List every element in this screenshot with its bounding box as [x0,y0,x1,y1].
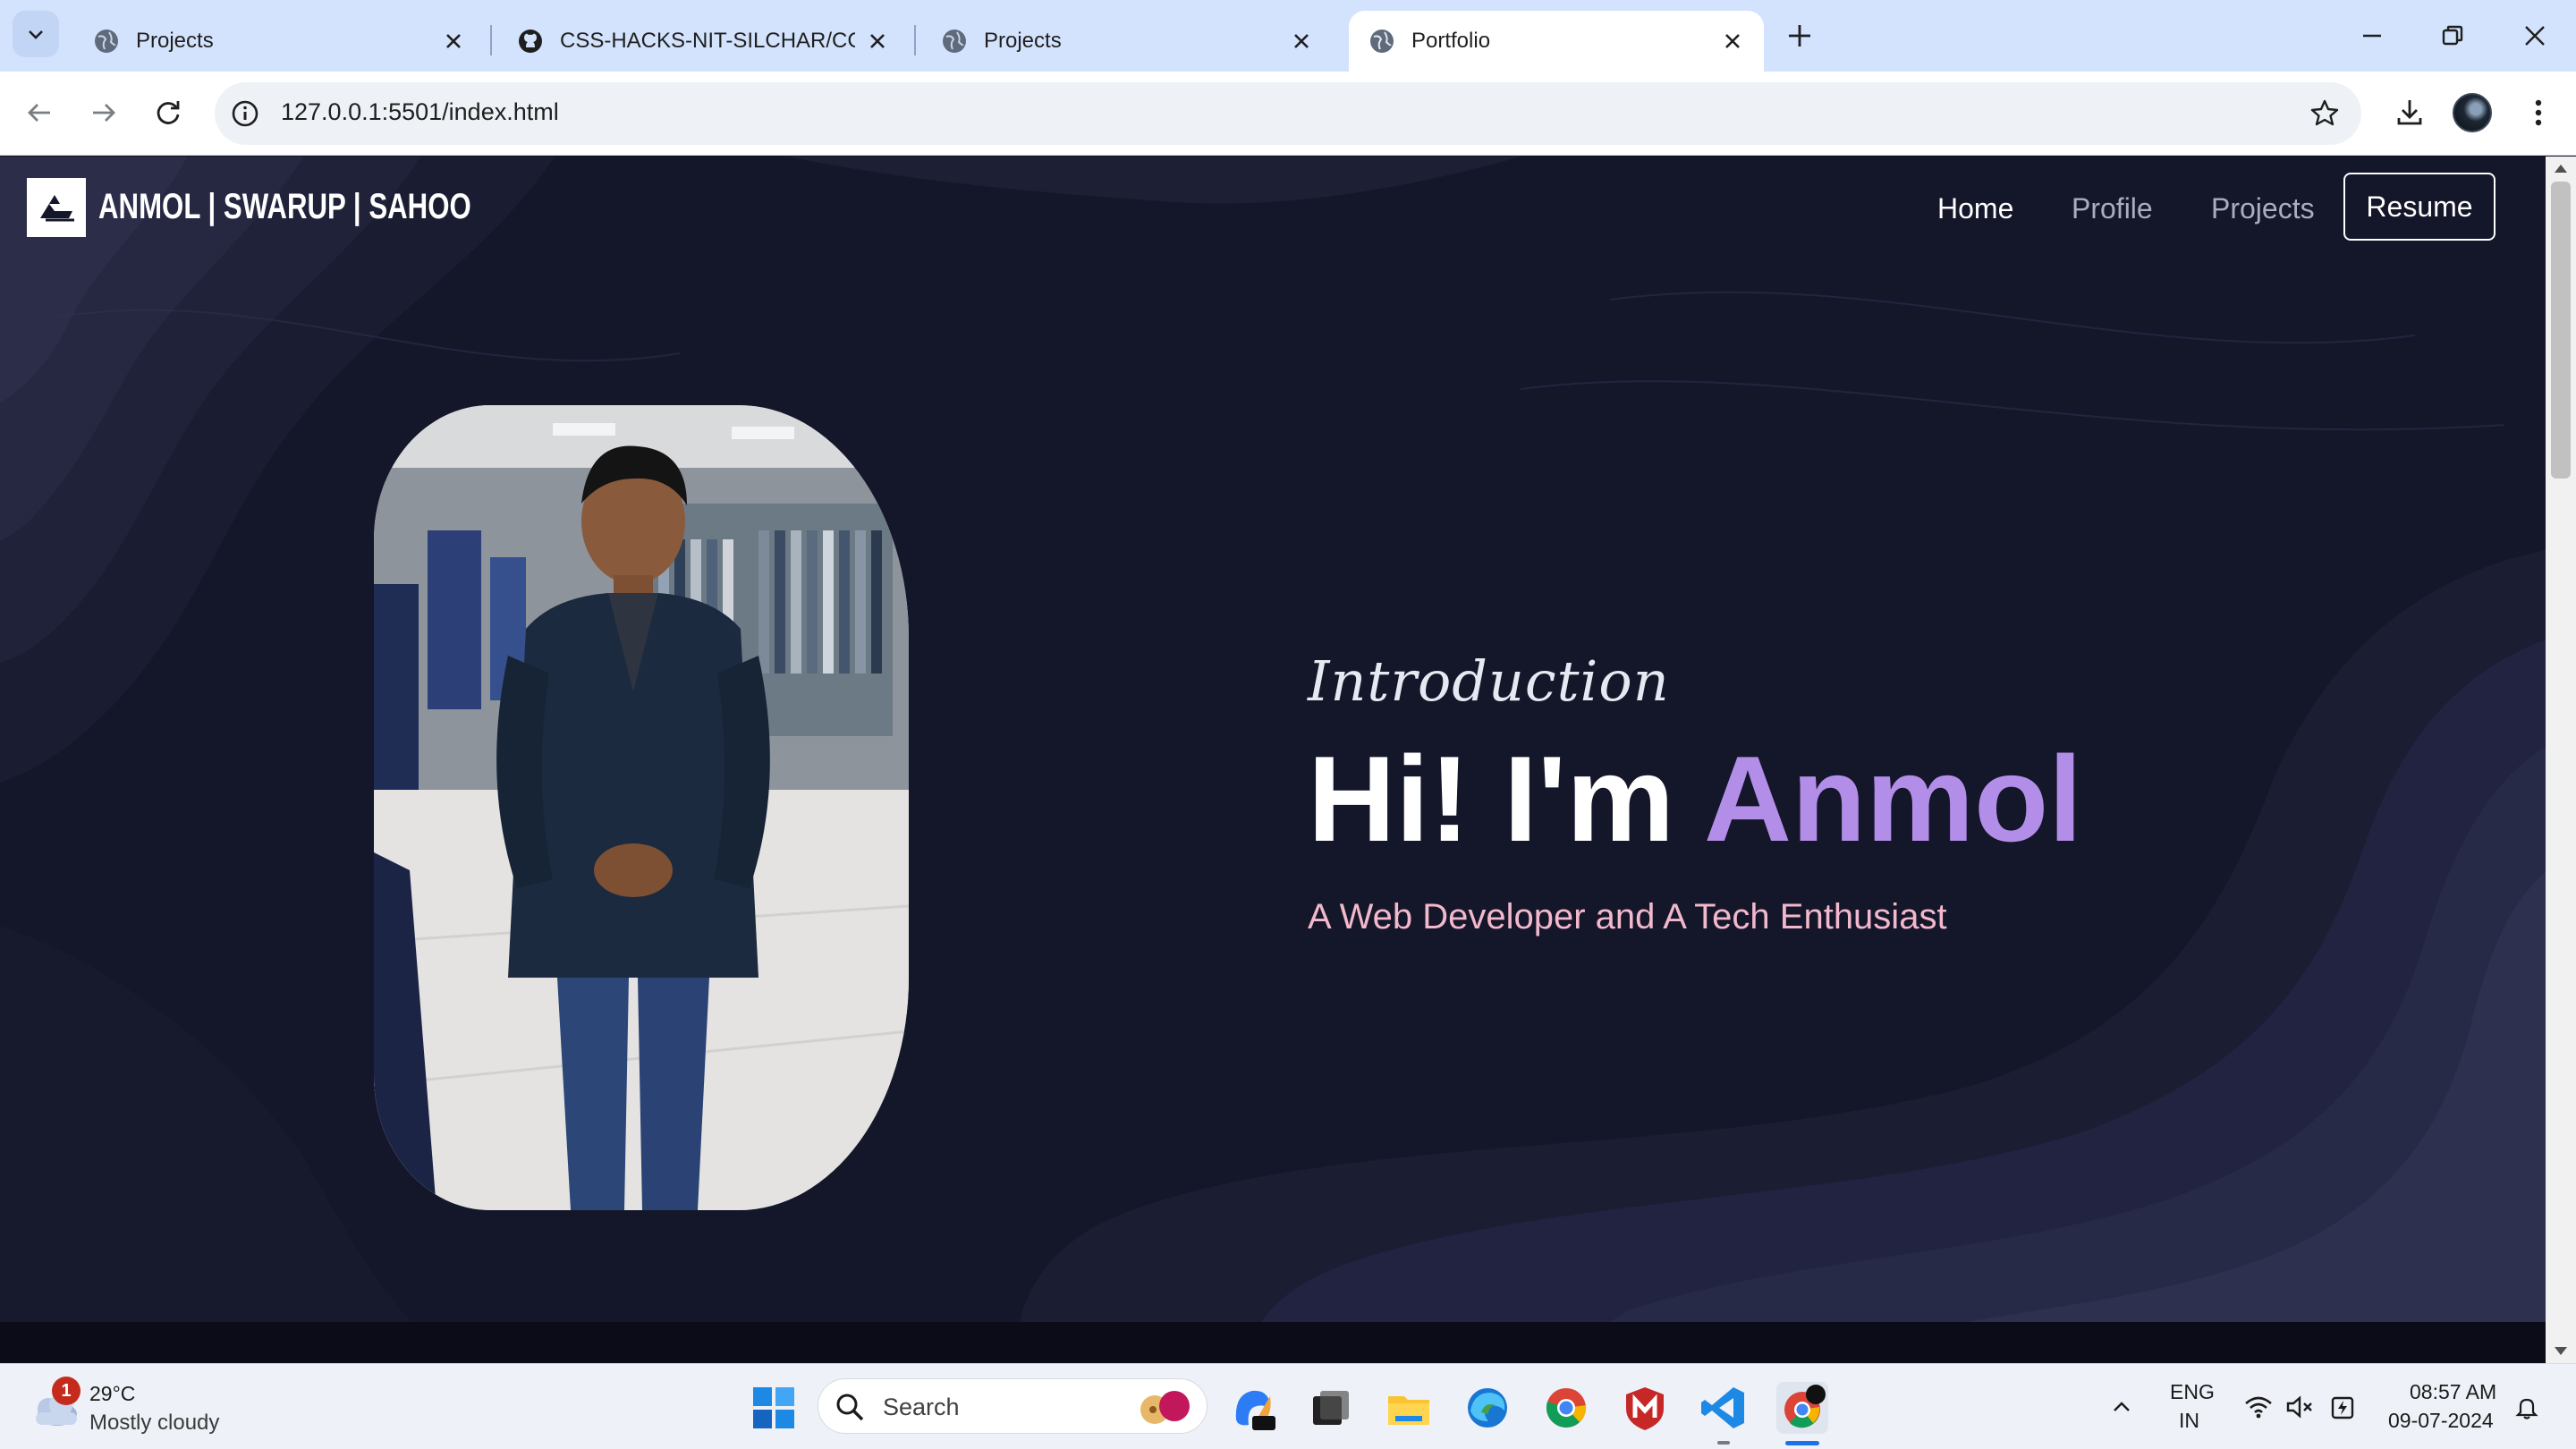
resume-button[interactable]: Resume [2343,173,2496,241]
profile-photo-illustration [374,405,909,1210]
close-window-icon[interactable] [2517,18,2553,54]
site-logo[interactable] [27,178,86,237]
tab-separator [914,25,916,55]
active-indicator [1785,1441,1819,1445]
tab-search-button[interactable] [13,11,59,57]
speaker-muted-icon[interactable] [2284,1394,2315,1419]
browser-toolbar: 127.0.0.1:5501/index.html [0,72,2576,156]
github-icon [519,30,542,53]
nav-home[interactable]: Home [1937,192,2013,225]
scrollbar-thumb[interactable] [2551,182,2571,479]
site-info-icon[interactable] [229,97,261,130]
hero-subtitle: A Web Developer and A Tech Enthusiast [1308,897,1947,936]
globe-icon [943,30,966,53]
restore-icon[interactable] [2435,18,2470,54]
address-bar[interactable]: 127.0.0.1:5501/index.html [215,82,2361,145]
language-region[interactable]: IN [2179,1409,2199,1433]
file-explorer-icon[interactable] [1383,1382,1435,1434]
more-vertical-icon[interactable] [2519,93,2558,132]
close-icon[interactable] [1290,30,1313,53]
next-section-edge [0,1322,2546,1363]
notification-badge: 1 [52,1377,80,1405]
scroll-down-arrow-icon[interactable] [2553,1345,2569,1358]
url-text[interactable]: 127.0.0.1:5501/index.html [281,98,559,126]
forward-arrow-icon[interactable] [84,93,123,132]
new-tab-icon[interactable] [1784,20,1816,52]
windows-start-icon[interactable] [748,1382,800,1434]
wifi-icon[interactable] [2243,1394,2274,1419]
page-viewport: ANMOL | SWARUP | SAHOO Home Profile Proj… [0,157,2546,1322]
download-icon[interactable] [2390,93,2429,132]
hero-name: Anmol [1703,731,2082,867]
hero-greeting: Hi! I'm [1308,731,1675,867]
mcafee-icon[interactable] [1619,1382,1671,1434]
search-icon [836,1394,864,1421]
weather-description[interactable]: Mostly cloudy [89,1411,219,1436]
tab-projects-2[interactable]: Projects [921,11,1333,72]
search-highlight-icon [1140,1391,1190,1424]
profile-avatar[interactable] [2453,93,2492,132]
vscode-icon[interactable] [1698,1382,1750,1434]
back-arrow-icon[interactable] [20,93,59,132]
browser-tab-strip: Projects CSS-HACKS-NIT-SILCHAR/CCS Proje… [0,0,2576,72]
chrome-profile-icon[interactable] [1776,1382,1828,1434]
tab-title: CSS-HACKS-NIT-SILCHAR/CCS [560,29,855,53]
edge-icon[interactable] [1462,1382,1513,1434]
nav-projects[interactable]: Projects [2211,192,2315,225]
close-icon[interactable] [442,30,465,53]
windows-taskbar: 1 29°C Mostly cloudy Search ENG IN 08:57… [0,1363,2576,1449]
tab-title: Portfolio [1411,29,1491,53]
close-icon[interactable] [866,30,889,53]
chevron-down-icon [29,30,43,39]
chrome-icon[interactable] [1540,1382,1592,1434]
close-icon[interactable] [1721,30,1744,53]
clock-time[interactable]: 08:57 AM [2410,1380,2496,1404]
tab-portfolio[interactable]: Portfolio [1349,11,1764,72]
minimize-icon[interactable] [2354,18,2390,54]
tab-github[interactable]: CSS-HACKS-NIT-SILCHAR/CCS [497,11,909,72]
globe-icon [95,30,118,53]
weather-temperature[interactable]: 29°C [89,1382,135,1406]
hero-heading: Hi! I'm Anmol [1308,729,2082,869]
nav-profile[interactable]: Profile [2072,192,2153,225]
hero-intro: Introduction [1308,648,1670,714]
tab-projects-1[interactable]: Projects [73,11,485,72]
notification-bell-icon[interactable] [2513,1394,2540,1421]
site-logo-text[interactable]: ANMOL | SWARUP | SAHOO [98,187,471,227]
tab-separator [490,25,492,55]
task-view-icon[interactable] [1304,1382,1356,1434]
search-label: Search [883,1394,960,1420]
page-scrollbar[interactable] [2546,157,2576,1363]
reload-icon[interactable] [148,93,188,132]
scroll-up-arrow-icon[interactable] [2553,162,2569,174]
clock-date[interactable]: 09-07-2024 [2388,1409,2494,1433]
tab-title: Projects [984,29,1062,53]
logo-mark-icon [40,195,74,222]
running-indicator [1717,1441,1730,1445]
globe-icon [1370,30,1394,53]
taskbar-search[interactable]: Search [818,1378,1208,1434]
chevron-up-icon[interactable] [2109,1394,2134,1419]
copilot-icon[interactable] [1227,1382,1279,1434]
bookmark-star-icon[interactable] [2308,97,2342,131]
tab-title: Projects [136,29,214,53]
profile-photo [374,405,909,1210]
language-code[interactable]: ENG [2170,1380,2215,1404]
battery-charging-icon[interactable] [2327,1393,2360,1421]
